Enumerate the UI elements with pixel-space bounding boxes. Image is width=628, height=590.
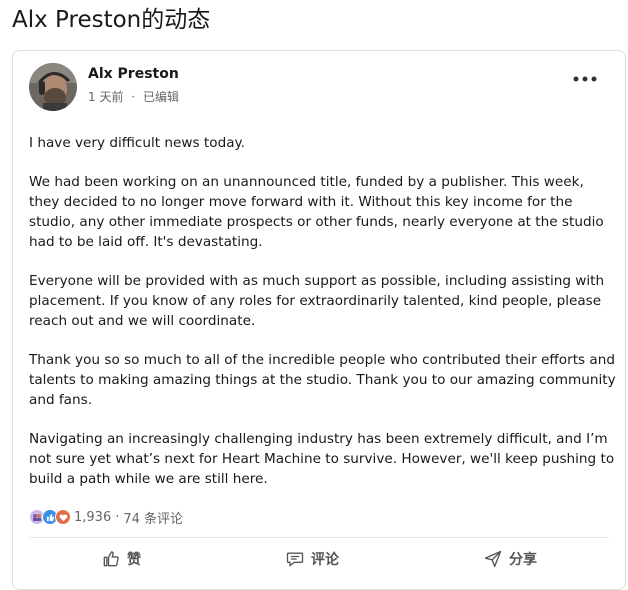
more-options-button[interactable] <box>571 69 599 89</box>
comment-label: 评论 <box>311 552 339 568</box>
post-paragraph: I have very difficult news today. <box>29 135 245 151</box>
stats-separator: · <box>115 509 120 525</box>
thumbs-up-icon <box>103 551 119 567</box>
post-paragraph: Everyone will be provided with as much s… <box>29 273 609 329</box>
reaction-icons <box>29 509 71 525</box>
post-paragraph: Navigating an increasingly challenging i… <box>29 431 619 487</box>
share-button[interactable]: 分享 <box>471 545 549 573</box>
like-button[interactable]: 赞 <box>89 545 153 573</box>
comment-button[interactable]: 评论 <box>273 545 351 573</box>
action-bar: 赞 评论 分享 <box>29 541 609 577</box>
reactions-summary[interactable]: 1,936 · 74 条评论 <box>29 508 183 527</box>
love-icon <box>55 509 71 525</box>
divider <box>29 537 609 538</box>
more-icon <box>573 76 597 82</box>
author-name[interactable]: Alx Preston <box>88 66 179 82</box>
comment-count[interactable]: 74 条评论 <box>123 508 183 527</box>
post-paragraph: We had been working on an unannounced ti… <box>29 174 609 250</box>
avatar-image <box>29 63 77 111</box>
post-time: 1 天前 <box>88 90 124 104</box>
comment-icon <box>286 552 304 567</box>
post-meta: 1 天前 · 已编辑 <box>88 88 183 105</box>
send-icon <box>484 550 502 568</box>
like-label: 赞 <box>127 552 141 568</box>
page-title: Alx Preston的动态 <box>12 7 211 33</box>
share-label: 分享 <box>509 552 537 568</box>
post-paragraph: Thank you so so much to all of the incre… <box>29 352 620 408</box>
edited-label: 已编辑 <box>142 90 179 104</box>
reaction-count[interactable]: 1,936 <box>74 510 111 525</box>
meta-separator: · <box>131 90 136 104</box>
post-card: Alx Preston 1 天前 · 已编辑 I have very diffi… <box>12 50 626 590</box>
avatar[interactable] <box>29 63 77 111</box>
post-body: I have very difficult news today. We had… <box>29 133 617 508</box>
